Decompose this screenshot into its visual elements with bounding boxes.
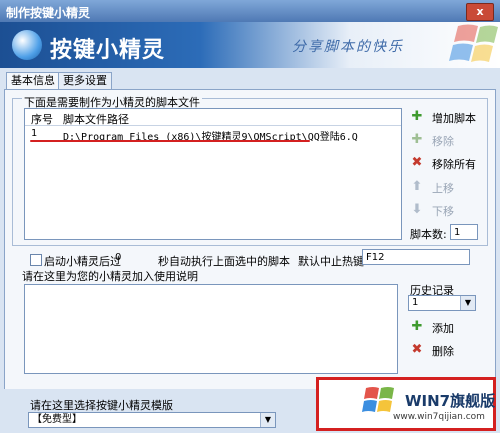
autorun-checkbox[interactable]: [30, 254, 42, 266]
windows-logo-icon: [362, 387, 394, 412]
tab-more-settings[interactable]: 更多设置: [58, 72, 112, 89]
autorun-seconds-field[interactable]: 0: [112, 250, 156, 266]
watermark-text: WIN7旗舰版: [405, 392, 496, 410]
script-count-label: 脚本数:: [410, 228, 447, 241]
windows-flag-icon: [449, 24, 498, 62]
window-title: 制作按键小精灵: [6, 6, 91, 20]
chevron-down-icon[interactable]: ▼: [460, 296, 475, 310]
history-select[interactable]: 1 ▼: [408, 295, 476, 311]
hotkey-label: 默认中止热键: [298, 255, 364, 268]
delete-icon: ✖: [411, 342, 423, 357]
app-banner: 按键小精灵 分享脚本的快乐: [0, 22, 500, 68]
plus-icon: ✚: [411, 109, 423, 124]
template-label: 请在这里选择按键小精灵模版: [30, 399, 173, 412]
highlight-underline: [30, 140, 310, 142]
watermark-box: WIN7旗舰版 www.win7qijian.com: [316, 377, 496, 431]
arrow-up-icon: ⬆: [411, 179, 423, 194]
template-selected-value: 【免费型】: [32, 414, 82, 425]
arrow-down-icon: ⬇: [411, 202, 423, 217]
title-bar: 制作按键小精灵 x: [0, 0, 500, 22]
autorun-prefix-label: 启动小精灵后过: [44, 255, 121, 268]
banner-slogan: 分享脚本的快乐: [292, 39, 404, 55]
notes-label: 请在这里为您的小精灵加入使用说明: [22, 270, 198, 283]
column-index[interactable]: 序号: [31, 111, 53, 127]
history-selected-value: 1: [412, 297, 419, 308]
watermark-site: www.win7qijian.com: [393, 412, 485, 422]
remove-icon: ✚: [411, 132, 423, 147]
row-index: 1: [31, 128, 38, 139]
script-list[interactable]: 序号 脚本文件路径 1 D:\Program Files (x86)\按键精灵9…: [24, 108, 402, 240]
tab-basic-info[interactable]: 基本信息: [6, 72, 60, 90]
plus-icon: ✚: [411, 319, 423, 334]
close-button[interactable]: x: [466, 3, 494, 21]
remove-all-icon: ✖: [411, 155, 423, 170]
app-logo-icon: [12, 30, 42, 60]
column-path[interactable]: 脚本文件路径: [63, 111, 129, 127]
notes-textarea[interactable]: [24, 284, 398, 374]
script-count-field[interactable]: 1: [450, 224, 478, 240]
script-list-header: 序号 脚本文件路径: [25, 109, 401, 126]
template-select[interactable]: 【免费型】 ▼: [28, 412, 276, 428]
chevron-down-icon[interactable]: ▼: [260, 413, 275, 427]
autorun-suffix-label: 秒自动执行上面选中的脚本: [158, 255, 290, 268]
hotkey-field[interactable]: F12: [362, 249, 470, 265]
app-name: 按键小精灵: [50, 38, 166, 63]
